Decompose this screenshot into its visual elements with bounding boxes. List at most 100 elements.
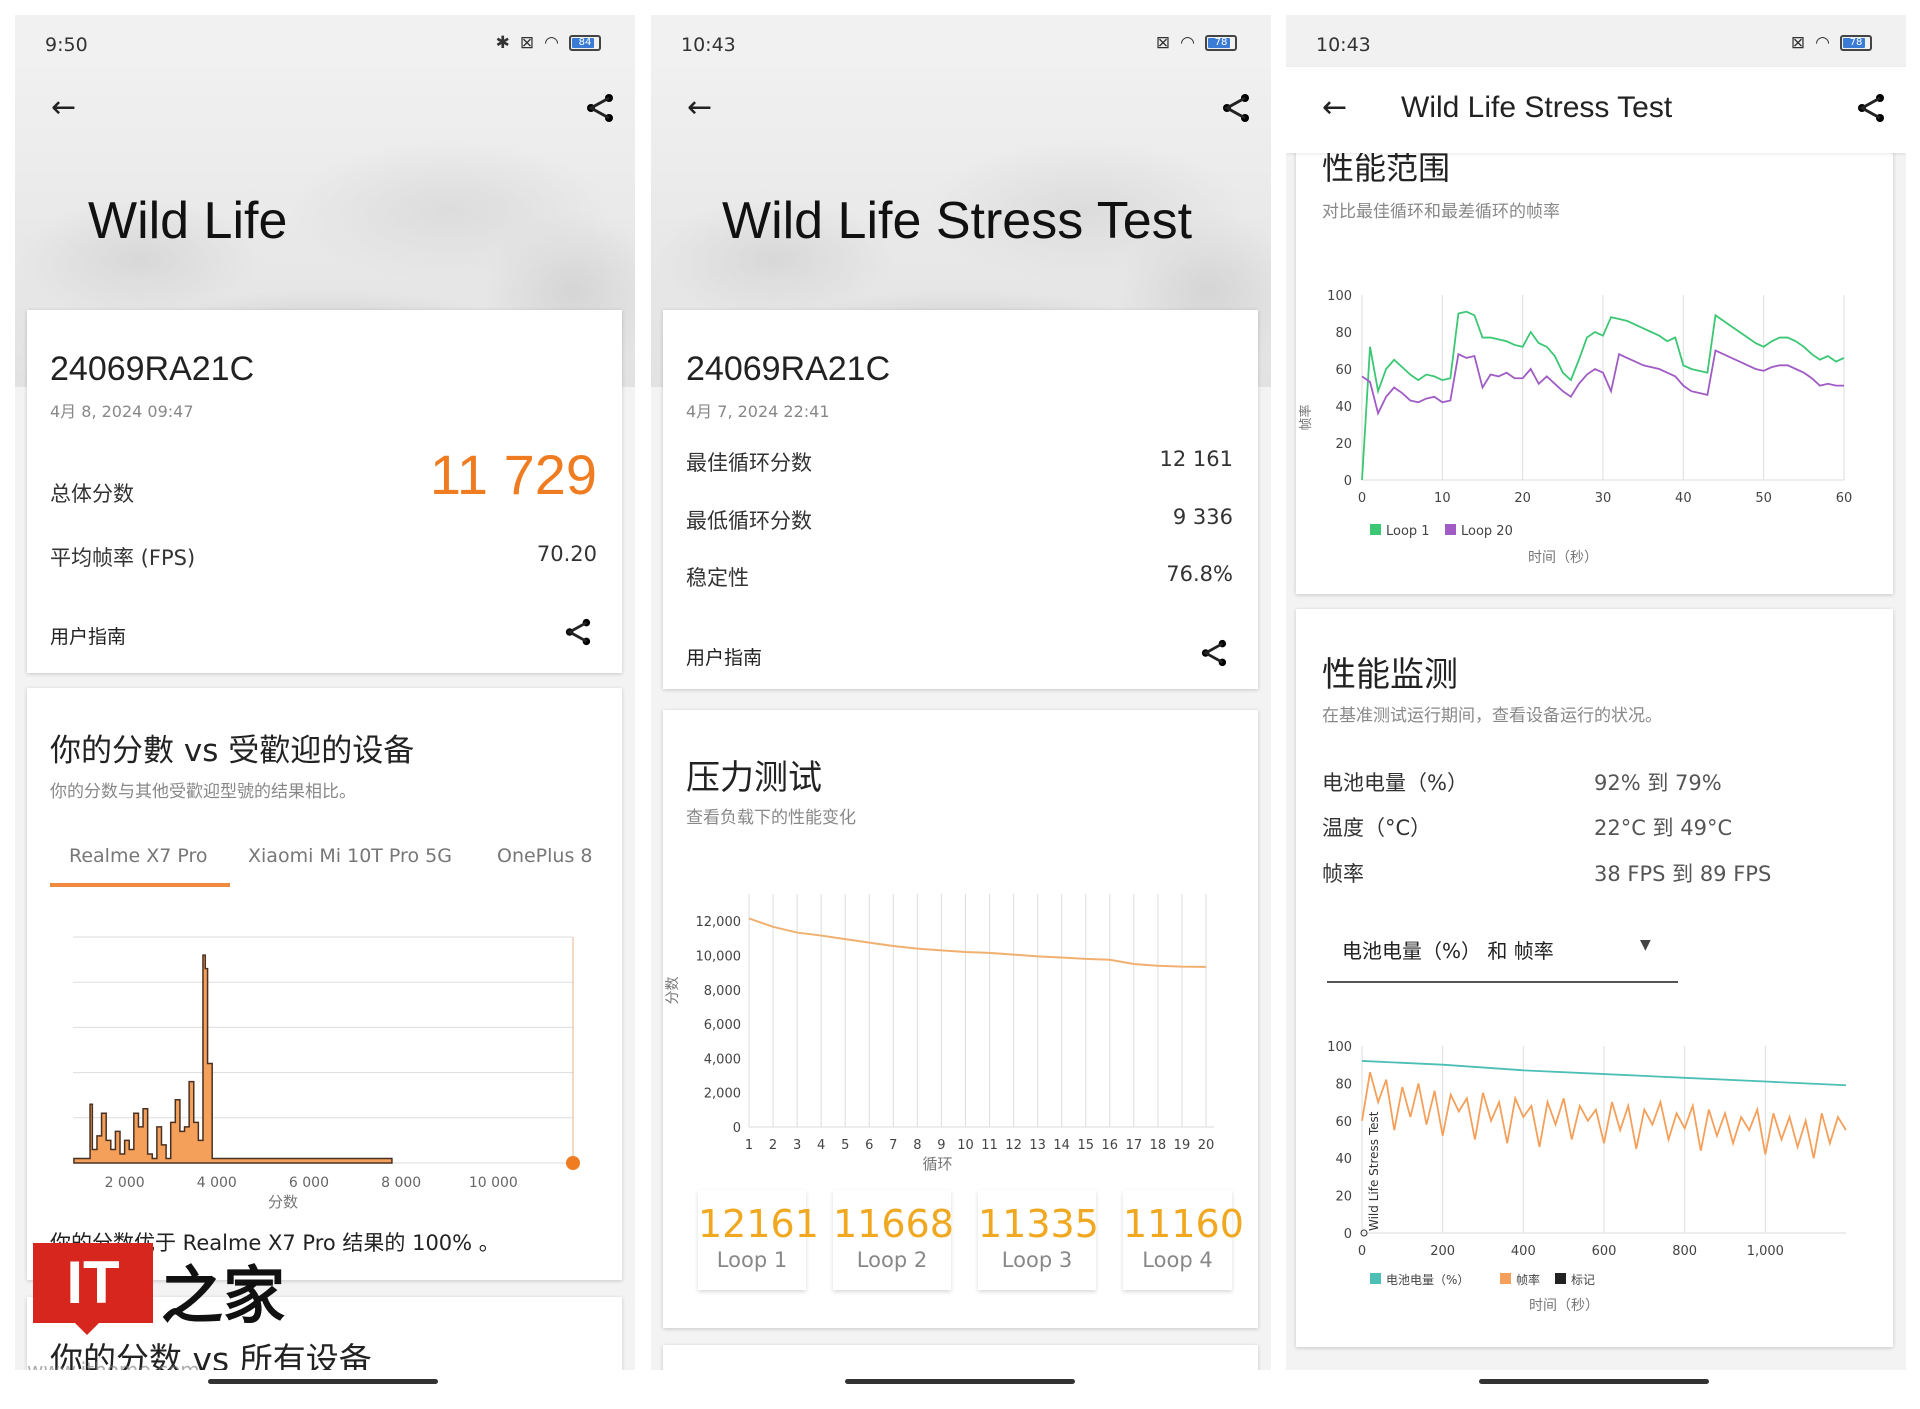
- loop-card-3[interactable]: 11335 Loop 3: [978, 1190, 1099, 1290]
- x-axis-label: 循环: [922, 1155, 952, 1173]
- home-indicator[interactable]: [208, 1379, 438, 1384]
- monitor-chart: 0 200 400 600 800 1,000 0 20 40 60 80 100 Wild Life …: [1327, 1040, 1847, 1314]
- back-arrow-icon[interactable]: ←: [1322, 93, 1347, 123]
- loop-score-chart: 1 2 3 4 5 6 7 8 9 10 11 12 13 14 15 16 17 18 19 2002,0004,0…: [665, 894, 1214, 1173]
- dropdown-value: 电池电量（%） 和 帧率: [1342, 939, 1554, 963]
- y-tick-label: 2,000: [704, 1087, 741, 1102]
- y-tick-label: 100: [1327, 289, 1352, 304]
- histogram-area: [73, 954, 393, 1164]
- tab-oneplus-8[interactable]: OnePlus 8: [497, 845, 593, 867]
- monitor-subtitle: 在基准测试运行期间，查看设备运行的状况。: [1322, 706, 1662, 726]
- x-tick-label: 2 000: [105, 1175, 145, 1191]
- best-loop-label: 最佳循环分数: [686, 451, 812, 475]
- ithome-logo: IT 之家: [33, 1243, 285, 1335]
- y-tick-label: 60: [1335, 1115, 1352, 1130]
- x-axis-label: 时间（秒）: [1528, 550, 1598, 566]
- x-tick-label: 40: [1675, 491, 1692, 506]
- legend-label: Loop 1: [1386, 524, 1430, 539]
- share-icon[interactable]: [564, 618, 592, 650]
- monitor-title: 性能监测: [1322, 655, 1458, 695]
- avg-fps-value: 70.20: [536, 542, 597, 566]
- x-tick-label: 16: [1102, 1138, 1119, 1153]
- y-tick-label: 80: [1335, 326, 1352, 341]
- x-tick-label: 600: [1592, 1244, 1617, 1259]
- home-indicator[interactable]: [845, 1379, 1075, 1384]
- x-tick-label: 12: [1005, 1138, 1022, 1153]
- share-icon[interactable]: [1221, 93, 1251, 127]
- sim-icon: ⊠: [1790, 33, 1806, 53]
- x-tick-label: 10: [1434, 491, 1451, 506]
- y-tick-label: 40: [1335, 1152, 1352, 1167]
- x-axis-label: 时间（秒）: [1529, 1298, 1599, 1314]
- fps-value: 38 FPS 到 89 FPS: [1594, 862, 1772, 886]
- y-tick-label: 4,000: [704, 1052, 741, 1067]
- legend-swatch: [1555, 1273, 1566, 1284]
- range-subtitle: 对比最佳循环和最差循环的帧率: [1322, 202, 1560, 222]
- share-icon[interactable]: [1856, 93, 1886, 127]
- bluetooth-icon: ✱: [495, 33, 510, 53]
- x-tick-label: 0: [1358, 1244, 1366, 1259]
- back-arrow-icon[interactable]: ←: [687, 93, 712, 123]
- result-card: 24069RA21C 4月 7, 2024 22:41 最佳循环分数 12 16…: [663, 310, 1258, 689]
- y-axis-label: 分数: [665, 977, 681, 1005]
- share-icon[interactable]: [585, 93, 615, 127]
- x-tick-label: 6 000: [289, 1175, 329, 1191]
- y-tick-label: 100: [1327, 1040, 1352, 1055]
- metric-dropdown[interactable]: 电池电量（%） 和 帧率 ▼: [1327, 933, 1678, 983]
- loop-card-4[interactable]: 11160 Loop 4: [1123, 1190, 1244, 1290]
- x-tick-label: 9: [937, 1138, 945, 1153]
- legend-swatch: [1370, 524, 1381, 535]
- x-tick-label: 6: [865, 1138, 873, 1153]
- stability-label: 稳定性: [686, 566, 749, 590]
- y-tick-label: 80: [1335, 1077, 1352, 1092]
- test-date: 4月 8, 2024 09:47: [50, 402, 194, 421]
- legend-swatch: [1370, 1273, 1381, 1284]
- temperature-label: 温度（°C）: [1322, 816, 1432, 840]
- chevron-down-icon: ▼: [1640, 937, 1651, 953]
- score-distribution-chart: 2 000 4 000 6 000 8 000 10 000 分数: [73, 936, 580, 1211]
- worst-loop-value: 9 336: [1172, 505, 1233, 529]
- status-time: 10:43: [1316, 34, 1371, 56]
- overall-score: 11 729: [429, 443, 597, 506]
- result-card: 24069RA21C 4月 8, 2024 09:47 总体分数 11 729 …: [27, 310, 622, 673]
- x-tick-label: 0: [1358, 491, 1366, 506]
- x-tick-label: 50: [1755, 491, 1772, 506]
- back-arrow-icon[interactable]: ←: [51, 93, 76, 123]
- home-indicator[interactable]: [1479, 1379, 1709, 1384]
- y-tick-label: 20: [1335, 1190, 1352, 1205]
- battery-value: 92% 到 79%: [1594, 771, 1722, 795]
- device-name: 24069RA21C: [50, 350, 255, 388]
- page-title: Wild Life Stress Test: [722, 192, 1193, 250]
- loop-score: 11335: [978, 1202, 1099, 1246]
- tab-xiaomi-mi-10t-pro[interactable]: Xiaomi Mi 10T Pro 5G: [248, 845, 452, 867]
- status-icons: ✱ ⊠ ◠ 84: [496, 33, 601, 53]
- tab-realme-x7-pro[interactable]: Realme X7 Pro: [69, 845, 207, 867]
- x-tick-label: 10 000: [469, 1175, 518, 1191]
- app-bar-title: Wild Life Stress Test: [1401, 91, 1673, 124]
- screen-stress-test-details: 性能范围 对比最佳循环和最差循环的帧率 0 10 20 30 40 50 60 0 20 40 60…: [1286, 15, 1906, 1370]
- compare-subtitle: 你的分数与其他受歡迎型號的结果相比。: [50, 782, 356, 802]
- battery-icon: 78: [1205, 35, 1237, 51]
- x-tick-label: 17: [1126, 1138, 1143, 1153]
- loop-score: 12161: [698, 1202, 819, 1246]
- user-guide-link[interactable]: 用户指南: [50, 622, 126, 649]
- y-tick-label: 10,000: [696, 949, 742, 964]
- x-tick-label: 10: [957, 1138, 974, 1153]
- loop-card-1[interactable]: 12161 Loop 1: [698, 1190, 819, 1290]
- x-tick-label: 60: [1836, 491, 1853, 506]
- stability-value: 76.8%: [1166, 562, 1233, 586]
- loop-label: Loop 1: [716, 1248, 788, 1272]
- loop-score: 11160: [1123, 1202, 1244, 1246]
- x-tick-label: 8 000: [381, 1175, 421, 1191]
- x-tick-label: 400: [1511, 1244, 1536, 1259]
- loop-card-2[interactable]: 11668 Loop 2: [833, 1190, 954, 1290]
- x-axis-label: 分数: [268, 1193, 298, 1211]
- legend-swatch: [1500, 1273, 1511, 1284]
- x-tick-label: 11: [981, 1138, 998, 1153]
- status-icons: ⊠ ◠ 78: [1791, 33, 1872, 53]
- wifi-icon: ◠: [544, 33, 559, 53]
- x-tick-label: 13: [1029, 1138, 1046, 1153]
- user-guide-link[interactable]: 用户指南: [686, 643, 762, 670]
- loop-label: Loop 2: [856, 1248, 928, 1272]
- share-icon[interactable]: [1200, 639, 1228, 671]
